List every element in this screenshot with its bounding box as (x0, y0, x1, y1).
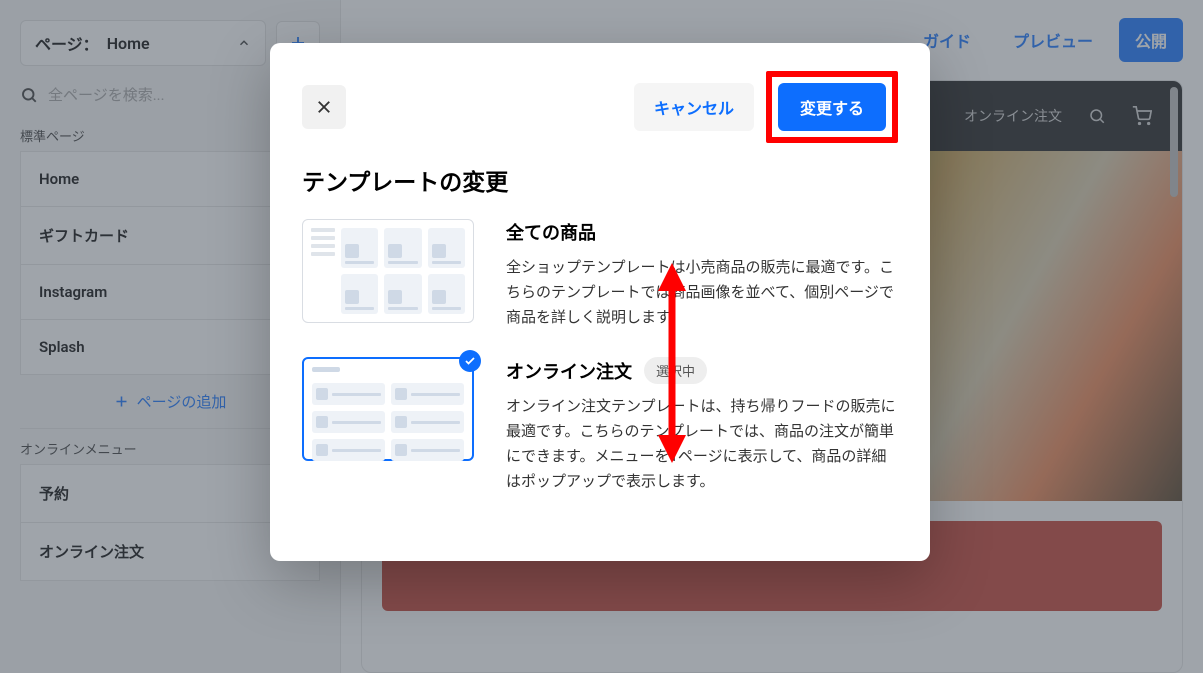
selected-badge: 選択中 (644, 357, 707, 384)
template-thumb-grid (302, 219, 474, 323)
template-option-all-products[interactable]: 全ての商品 全ショップテンプレートは小売商品の販売に最適です。こちらのテンプレー… (302, 219, 898, 329)
template-change-modal: キャンセル 変更する テンプレートの変更 全ての商品 全ショップテンプレートは小… (270, 43, 930, 561)
apply-button[interactable]: 変更する (778, 83, 886, 131)
template-thumb-list (302, 357, 474, 461)
close-icon (315, 98, 333, 116)
modal-title: テンプレートの変更 (302, 163, 898, 197)
option-title: オンライン注文 (506, 358, 632, 384)
template-option-online-order[interactable]: オンライン注文 選択中 オンライン注文テンプレートは、持ち帰りフードの販売に最適… (302, 357, 898, 493)
option-desc: 全ショップテンプレートは小売商品の販売に最適です。こちらのテンプレートでは商品画… (506, 255, 898, 329)
apply-button-highlight: 変更する (766, 71, 898, 143)
option-desc: オンライン注文テンプレートは、持ち帰りフードの販売に最適です。こちらのテンプレー… (506, 394, 898, 493)
selected-check-icon (459, 350, 481, 372)
option-title: 全ての商品 (506, 219, 596, 245)
close-button[interactable] (302, 85, 346, 129)
cancel-button[interactable]: キャンセル (634, 83, 754, 131)
